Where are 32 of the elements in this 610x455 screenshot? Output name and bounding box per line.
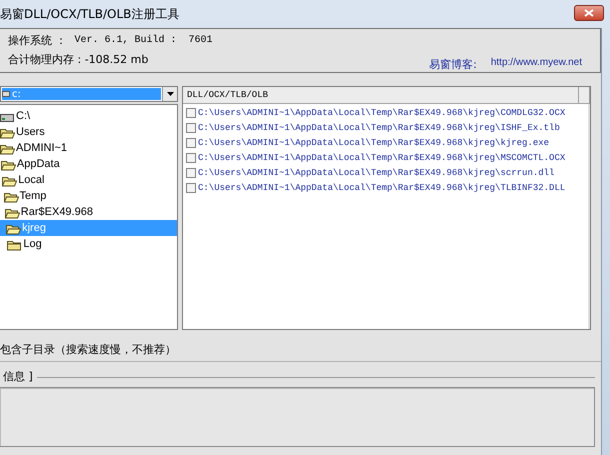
file-path[interactable]: C:\Users\ADMINI~1\AppData\Local\Temp\Rar$EX49.968\kjreg\ISHF_Ex.tlb — [198, 122, 560, 132]
checkbox[interactable] — [186, 108, 196, 118]
tree-item[interactable]: Temp — [0, 188, 177, 204]
checkbox[interactable] — [186, 168, 196, 178]
blog-link[interactable]: http://www.myew.net — [490, 57, 582, 72]
file-path[interactable]: C:\Users\ADMINI~1\AppData\Local\Temp\Rar$EX49.968\kjreg\TLBINF32.DLL — [198, 182, 566, 192]
drive-icon — [2, 90, 10, 98]
checkbox[interactable] — [186, 152, 196, 162]
tree-item[interactable]: AppData — [0, 156, 177, 172]
tree-item[interactable]: Log — [0, 236, 177, 252]
close-button[interactable] — [574, 5, 604, 21]
file-path[interactable]: C:\Users\ADMINI~1\AppData\Local\Temp\Rar$EX49.968\kjreg\scrrun.dll — [198, 168, 554, 178]
group-title: 信息 ] — [3, 369, 33, 384]
file-path[interactable]: C:\Users\ADMINI~1\AppData\Local\Temp\Rar$EX49.968\kjreg\COMDLG32.OCX — [198, 108, 566, 118]
blog-label: 易窗博客: — [429, 57, 477, 72]
dropdown-arrow-icon — [166, 92, 174, 96]
checkbox[interactable] — [186, 182, 196, 192]
tree-item[interactable]: ADMINI~1 — [0, 140, 177, 156]
subdirectory-option-label[interactable]: 包含子目录（搜索速度慢，不推荐） — [0, 342, 176, 357]
memory-text: 合计物理内存 : -108.52 mb — [8, 52, 148, 67]
tree-item[interactable]: Users — [0, 124, 177, 140]
file-path[interactable]: C:\Users\ADMINI~1\AppData\Local\Temp\Rar$EX49.968\kjreg\kjreg.exe — [198, 138, 550, 148]
file-path[interactable]: C:\Users\ADMINI~1\AppData\Local\Temp\Rar$EX49.968\kjreg\MSCOMCTL.OCX — [198, 152, 566, 162]
tree-item[interactable]: Local — [0, 172, 177, 188]
os-version: Ver. 6.1, Build : 7601 — [74, 35, 213, 46]
checkbox[interactable] — [186, 122, 196, 132]
tree-item[interactable]: C:\ — [0, 108, 177, 124]
window-title: 易窗DLL/OCX/TLB/OLB注册工具 — [0, 6, 180, 22]
os-label: 操作系统 ： — [8, 33, 66, 48]
checkbox[interactable] — [186, 138, 196, 148]
tree-item[interactable]: Rar$EX49.968 — [0, 204, 177, 220]
close-icon — [584, 9, 594, 17]
